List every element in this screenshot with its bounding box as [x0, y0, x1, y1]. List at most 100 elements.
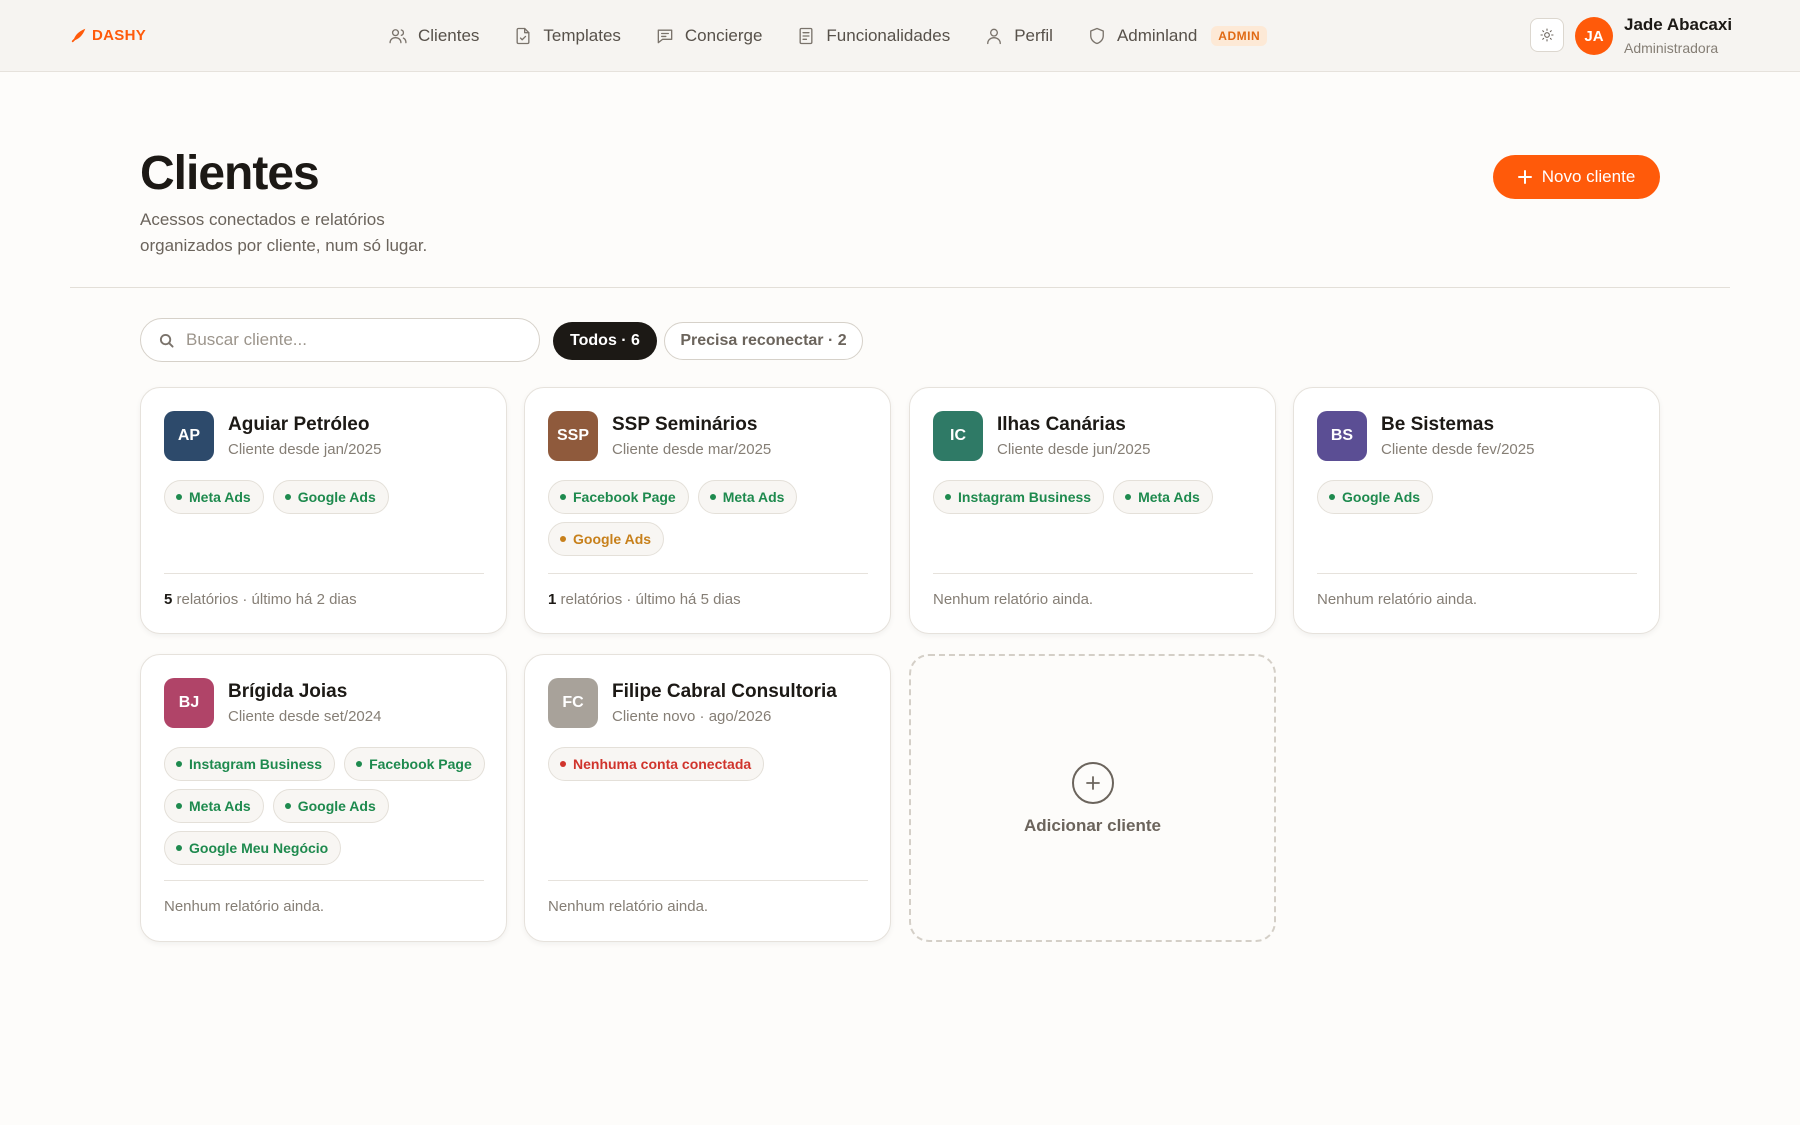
client-since: Cliente desde jan/2025 — [228, 441, 382, 458]
client-name: Filipe Cabral Consultoria — [612, 681, 837, 702]
status-dot — [560, 494, 566, 500]
nav-label: Funcionalidades — [826, 26, 951, 45]
nav-item-concierge[interactable]: Concierge — [655, 26, 762, 46]
status-dot — [176, 494, 182, 500]
message-icon — [657, 29, 673, 44]
nav-item-perfil[interactable]: Perfil — [984, 26, 1053, 46]
card-divider — [164, 880, 484, 881]
client-name: Aguiar Petróleo — [228, 414, 370, 435]
status-dot — [356, 761, 363, 767]
new-client-label: Novo cliente — [1541, 167, 1636, 186]
search-input[interactable] — [186, 330, 516, 350]
users-icon — [389, 29, 407, 44]
client-avatar: AP — [164, 411, 214, 461]
integration-label: Google Ads — [297, 798, 376, 814]
file-check-icon — [516, 27, 530, 45]
status-dot — [945, 494, 951, 500]
integration-tag: Meta Ads — [164, 480, 264, 514]
shield-icon — [1090, 27, 1104, 45]
reports-text: Nenhum relatório ainda. — [933, 591, 1094, 608]
page-title: Clientes — [140, 147, 320, 200]
nav-label: Perfil — [1014, 26, 1053, 45]
new-client-button[interactable]: Novo cliente — [1493, 155, 1660, 199]
card-divider — [1317, 573, 1637, 574]
search-icon — [159, 333, 174, 348]
add-client-card[interactable]: Adicionar cliente — [909, 654, 1276, 942]
client-avatar: SSP — [548, 411, 598, 461]
reports-summary: Nenhum relatório ainda. — [933, 591, 1093, 608]
status-dot — [560, 761, 566, 767]
client-card[interactable]: IC Ilhas Canárias Cliente desde jun/2025 In… — [909, 387, 1276, 634]
card-divider — [548, 573, 868, 574]
user-role: Administradora — [1624, 40, 1719, 56]
reports-count: 1 — [548, 591, 557, 608]
logo[interactable]: DASHY — [70, 26, 146, 44]
client-card[interactable]: BJ Brígida Joias Cliente desde set/2024 Ins… — [140, 654, 507, 942]
integration-tags: Meta Ads Google Ads — [164, 480, 494, 514]
nav-item-funcionalidades[interactable]: Funcionalidades — [796, 26, 950, 46]
status-dot — [709, 494, 716, 500]
plus-icon — [1086, 776, 1100, 790]
integration-tag: Google Ads — [1317, 480, 1434, 514]
reports-summary: 1 relatórios · último há 5 dias — [548, 591, 741, 608]
reports-text: Nenhum relatório ainda. — [164, 898, 325, 915]
nav-item-clientes[interactable]: Clientes — [388, 26, 479, 46]
client-since: Cliente desde set/2024 — [228, 708, 382, 725]
integration-tag: Google Ads — [272, 480, 389, 514]
client-avatar: BJ — [164, 678, 214, 728]
client-card[interactable]: SSP SSP Seminários Cliente desde mar/2025 F… — [524, 387, 891, 634]
theme-toggle-button[interactable] — [1530, 18, 1564, 52]
integration-label: Meta Ads — [1138, 489, 1200, 505]
reports-text: Nenhum relatório ainda. — [548, 898, 709, 915]
user-name: Jade Abacaxi — [1624, 15, 1733, 34]
reports-count: 5 — [164, 591, 173, 608]
document-icon — [799, 27, 813, 45]
client-name: Brígida Joias — [228, 681, 348, 702]
integration-tag: Google Ads — [548, 522, 665, 556]
top-bar: DASHY Clientes Templates Concierge Funci… — [0, 0, 1800, 72]
integration-label: Facebook Page — [369, 756, 472, 772]
client-card[interactable]: BS Be Sistemas Cliente desde fev/2025 Googl… — [1293, 387, 1660, 634]
status-dot — [284, 803, 291, 809]
add-client-label: Adicionar cliente — [1024, 816, 1161, 835]
plus-icon — [1517, 170, 1532, 184]
integration-label: Meta Ads — [722, 489, 785, 505]
client-card[interactable]: AP Aguiar Petróleo Cliente desde jan/2025 M… — [140, 387, 507, 634]
nav-item-templates[interactable]: Templates — [513, 26, 621, 46]
client-avatar: BS — [1317, 411, 1367, 461]
admin-badge: ADMIN — [1211, 26, 1268, 46]
user-avatar[interactable]: JA — [1575, 17, 1613, 55]
integration-label: Google Meu Negócio — [189, 840, 329, 856]
integration-tags: Instagram Business Meta Ads — [933, 480, 1263, 514]
integration-label: Meta Ads — [189, 798, 251, 814]
status-dot — [560, 536, 566, 542]
card-divider — [548, 880, 868, 881]
status-dot — [1329, 494, 1335, 500]
integration-tag: Instagram Business — [933, 480, 1105, 514]
integration-tag: Google Ads — [272, 789, 389, 823]
integration-tag: Facebook Page — [548, 480, 689, 514]
nav-label: Clientes — [418, 26, 480, 45]
divider — [70, 287, 1730, 288]
main-nav: Clientes Templates Concierge Funcionalid… — [388, 0, 1268, 72]
rocket-icon — [71, 28, 86, 43]
filter-all[interactable]: Todos · 6 — [553, 322, 657, 360]
integration-tag: Meta Ads — [164, 789, 264, 823]
reports-summary: Nenhum relatório ainda. — [1317, 591, 1477, 608]
client-since: Cliente desde mar/2025 — [612, 441, 772, 458]
integration-tag: Google Meu Negócio — [164, 831, 342, 865]
filter-needs-reconnect[interactable]: Precisa reconectar · 2 — [664, 322, 863, 360]
reports-text: Nenhum relatório ainda. — [1317, 591, 1478, 608]
nav-item-adminland[interactable]: Adminland ADMIN — [1087, 26, 1268, 46]
integration-label: Instagram Business — [958, 489, 1092, 505]
client-card[interactable]: FC Filipe Cabral Consultoria Cliente novo … — [524, 654, 891, 942]
status-dot — [176, 803, 182, 809]
search-box[interactable] — [140, 318, 540, 362]
integration-tag: Nenhuma conta conectada — [548, 747, 765, 781]
reports-summary: Nenhum relatório ainda. — [548, 898, 708, 915]
reports-summary: 5 relatórios · último há 2 dias — [164, 591, 357, 608]
logo-text: DASHY — [92, 26, 147, 44]
card-divider — [933, 573, 1253, 574]
client-since: Cliente novo · ago/2026 — [612, 708, 772, 725]
client-name: Ilhas Canárias — [997, 414, 1126, 435]
